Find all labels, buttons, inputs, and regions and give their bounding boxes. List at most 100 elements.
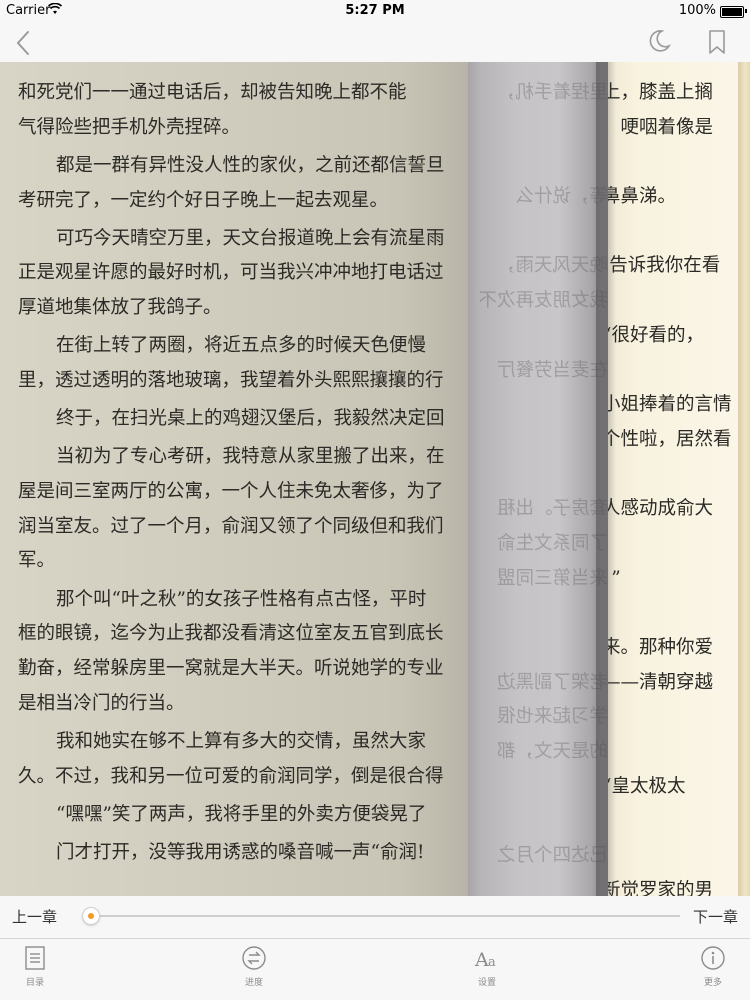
text-line: 当初为了专心考研，我特意从家里搬了出来，在 bbox=[56, 446, 445, 468]
svg-text:A: A bbox=[474, 949, 489, 971]
mirrored-text-line bbox=[468, 319, 608, 354]
next-page-line bbox=[608, 735, 750, 770]
page-back-text: 里捏着手机， 等，说什么 晚天风天雨， 我女朋友再次不 在麦当劳餐厅 套房子。出租 了同系文… bbox=[468, 76, 608, 896]
mirrored-text-line: 学习起来也很 bbox=[496, 706, 608, 728]
tab-progress[interactable]: 进度 bbox=[214, 945, 294, 997]
tab-toc[interactable]: 目录 bbox=[0, 945, 75, 997]
reading-page[interactable]: 和死党们一一通过电话后，却被告知晚上都不能 气得险些把手机外壳捏碎。 都是一群有异性… bbox=[0, 62, 750, 896]
next-page-line: ]告诉我你在看 bbox=[608, 255, 721, 277]
next-page-line bbox=[608, 839, 750, 874]
mirrored-text-line bbox=[468, 804, 608, 839]
next-page-line bbox=[608, 145, 750, 180]
mirrored-text-line: 的是天文，都 bbox=[496, 741, 608, 763]
tab-settings-label: 设置 bbox=[477, 978, 496, 988]
tab-settings[interactable]: Aa 设置 bbox=[447, 945, 527, 997]
prev-chapter-button[interactable]: 上一章 bbox=[12, 906, 57, 927]
next-page-line bbox=[608, 354, 750, 389]
text-line: 里，透过透明的落地玻璃，我望着外头熙熙攘攘的行 bbox=[18, 370, 444, 391]
current-page[interactable]: 和死党们一一通过电话后，却被告知晚上都不能 气得险些把手机外壳捏碎。 都是一群有异性… bbox=[0, 62, 468, 896]
mirrored-text-line: 我女朋友再次不 bbox=[478, 290, 608, 312]
text-line: 气得险些把手机外壳捏碎。 bbox=[18, 116, 241, 138]
next-page-text: 上，膝盖上搁 ，哽咽着像是 鼻鼻涕。]告诉我你在看 “很好看的， 小姐捧着的言情 个性啦，… bbox=[608, 76, 750, 896]
back-button[interactable] bbox=[8, 24, 38, 60]
text-line: 屋是间三室两厅的公寓，一个人住未免太奢侈，为了 bbox=[18, 481, 444, 503]
paragraph: 那个叫“叶之秋”的女孩子性格有点古怪，平时框的眼镜，迄今为止我都没看清这位室友五… bbox=[18, 583, 468, 722]
next-page-line: ——清朝穿越 bbox=[608, 671, 714, 693]
text-line: 我和她实在够不上算有多大的交情，虽然大家 bbox=[56, 730, 427, 752]
text-line: 在街上转了两圈，将近五点多的时候天色便慢 bbox=[56, 335, 427, 357]
next-page-line: “皇太极太 bbox=[608, 775, 686, 797]
mirrored-text-line: 来当第三同盟 bbox=[496, 567, 608, 589]
text-line: 和死党们一一通过电话后，却被告知晚上都不能 bbox=[18, 82, 407, 103]
clock: 5:27 PM bbox=[345, 3, 405, 18]
next-page-line bbox=[608, 215, 750, 250]
next-page-line: 上，膝盖上搁 bbox=[608, 82, 714, 103]
mirrored-text-line bbox=[468, 770, 608, 805]
paragraph: 都是一群有异性没人性的家伙，之前还都信誓旦考研完了，一定约个好日子晚上一起去观星… bbox=[18, 149, 468, 218]
mirrored-text-line bbox=[468, 388, 608, 423]
text-line: 框的眼镜，迄今为止我都没看清这位室友五官到底长 bbox=[18, 623, 444, 645]
mirrored-text-line: 在麦当劳餐厅 bbox=[496, 359, 608, 381]
mirrored-text-line: 套房子。出租 bbox=[496, 498, 608, 520]
mirrored-text-line: 晚天风天雨， bbox=[496, 255, 608, 277]
reader-nav-bar bbox=[0, 22, 750, 62]
text-line: 门才打开，没等我用诱惑的嗓音喊一声“俞润! bbox=[56, 841, 425, 863]
bookmark-button[interactable] bbox=[706, 28, 728, 56]
text-line: 都是一群有异性没人性的家伙，之前还都信誓旦 bbox=[56, 154, 445, 176]
paragraph: 当初为了专心考研，我特意从家里搬了出来，在屋是间三室两厅的公寓，一个人住未免太奢… bbox=[18, 440, 468, 579]
next-page-line: 个性啦，居然看 bbox=[608, 428, 732, 450]
svg-text:a: a bbox=[488, 955, 496, 970]
font-settings-icon: Aa bbox=[474, 949, 496, 971]
next-page-line: 人感动成俞大 bbox=[608, 498, 714, 520]
mirrored-text-line: 里捏着手机， bbox=[496, 82, 608, 103]
page-text: 和死党们一一通过电话后，却被告知晚上都不能 气得险些把手机外壳捏碎。 都是一群有异性… bbox=[18, 76, 468, 874]
text-line: 正是观星许愿的最好时机，可当我兴冲冲地打电话过 bbox=[18, 262, 444, 284]
mirrored-text-line bbox=[468, 145, 608, 180]
bookmark-icon bbox=[709, 30, 725, 54]
next-page-line bbox=[608, 804, 750, 839]
next-page-line: 鼻鼻涕。 bbox=[608, 186, 677, 208]
tab-more-label: 更多 bbox=[703, 978, 722, 988]
next-page-line bbox=[608, 596, 750, 631]
tab-more[interactable]: 更多 bbox=[673, 945, 750, 997]
info-icon bbox=[701, 946, 725, 970]
battery-tip bbox=[745, 9, 747, 13]
text-line: 是相当冷门的行当。 bbox=[18, 692, 185, 714]
mirrored-text-line bbox=[468, 458, 608, 493]
chevron-left-icon bbox=[16, 31, 29, 55]
next-page-line: 来。那种你爱 bbox=[608, 637, 714, 658]
next-page-line: 新觉罗家的男 bbox=[608, 879, 714, 896]
next-page-line: “很好看的， bbox=[608, 324, 704, 346]
toc-icon bbox=[25, 946, 45, 970]
mirrored-text-line: 等，说什么 bbox=[515, 186, 608, 208]
paragraph: 在街上转了两圈，将近五点多的时候天色便慢里，透过透明的落地玻璃，我望着外头熙熙攘… bbox=[18, 329, 468, 398]
paragraph: 门才打开，没等我用诱惑的嗓音喊一声“俞润! bbox=[18, 836, 468, 871]
mirrored-text-line bbox=[468, 215, 608, 250]
mirrored-text-line bbox=[468, 111, 608, 146]
text-line: 可巧今天晴空万里，天文台报道晚上会有流星雨 bbox=[56, 227, 445, 249]
paragraph: “嘿嘿”笑了两声，我将手里的外卖方便袋晃了 bbox=[18, 798, 468, 833]
text-line: 厚道地集体放了我鸽子。 bbox=[18, 297, 222, 319]
progress-slider-thumb[interactable] bbox=[82, 907, 100, 925]
next-page-line bbox=[608, 527, 750, 562]
next-page: 上，膝盖上搁 ，哽咽着像是 鼻鼻涕。]告诉我你在看 “很好看的， 小姐捧着的言情 个性啦，… bbox=[608, 62, 750, 896]
paragraph: 我和她实在够不上算有多大的交情，虽然大家 久。不过，我和另一位可爱的俞润同学，倒是… bbox=[18, 725, 468, 794]
moon-icon bbox=[649, 30, 672, 52]
text-line: 润当室友。过了一个月，俞润又领了个同级但和我们 bbox=[18, 515, 444, 537]
reader-toolbar: 目录 进度 Aa 设置 更多 bbox=[0, 939, 750, 1000]
next-page-line bbox=[608, 284, 750, 319]
paragraph: 和死党们一一通过电话后，却被告知晚上都不能 气得险些把手机外壳捏碎。 bbox=[18, 76, 468, 145]
next-chapter-button[interactable]: 下一章 bbox=[693, 906, 738, 927]
mirrored-text-line bbox=[468, 596, 608, 631]
next-page-line: ，” bbox=[608, 562, 750, 597]
page-curl-back: 里捏着手机， 等，说什么 晚天风天雨， 我女朋友再次不 在麦当劳餐厅 套房子。出租 了同系文… bbox=[468, 62, 608, 896]
next-page-line: ，哽咽着像是 bbox=[608, 116, 714, 138]
progress-icon bbox=[242, 946, 266, 970]
mirrored-text-line: 已达四个月之 bbox=[496, 845, 608, 867]
mirrored-text-line: 老架了副黑边 bbox=[496, 671, 608, 693]
night-mode-button[interactable] bbox=[646, 28, 672, 54]
progress-slider-track[interactable] bbox=[90, 915, 680, 917]
text-line: 那个叫“叶之秋”的女孩子性格有点古怪，平时 bbox=[56, 588, 427, 610]
text-line: 考研完了，一定约个好日子晚上一起去观星。 bbox=[18, 189, 389, 211]
paragraph: 可巧今天晴空万里，天文台报道晚上会有流星雨正是观星许愿的最好时机，可当我兴冲冲地… bbox=[18, 222, 468, 326]
